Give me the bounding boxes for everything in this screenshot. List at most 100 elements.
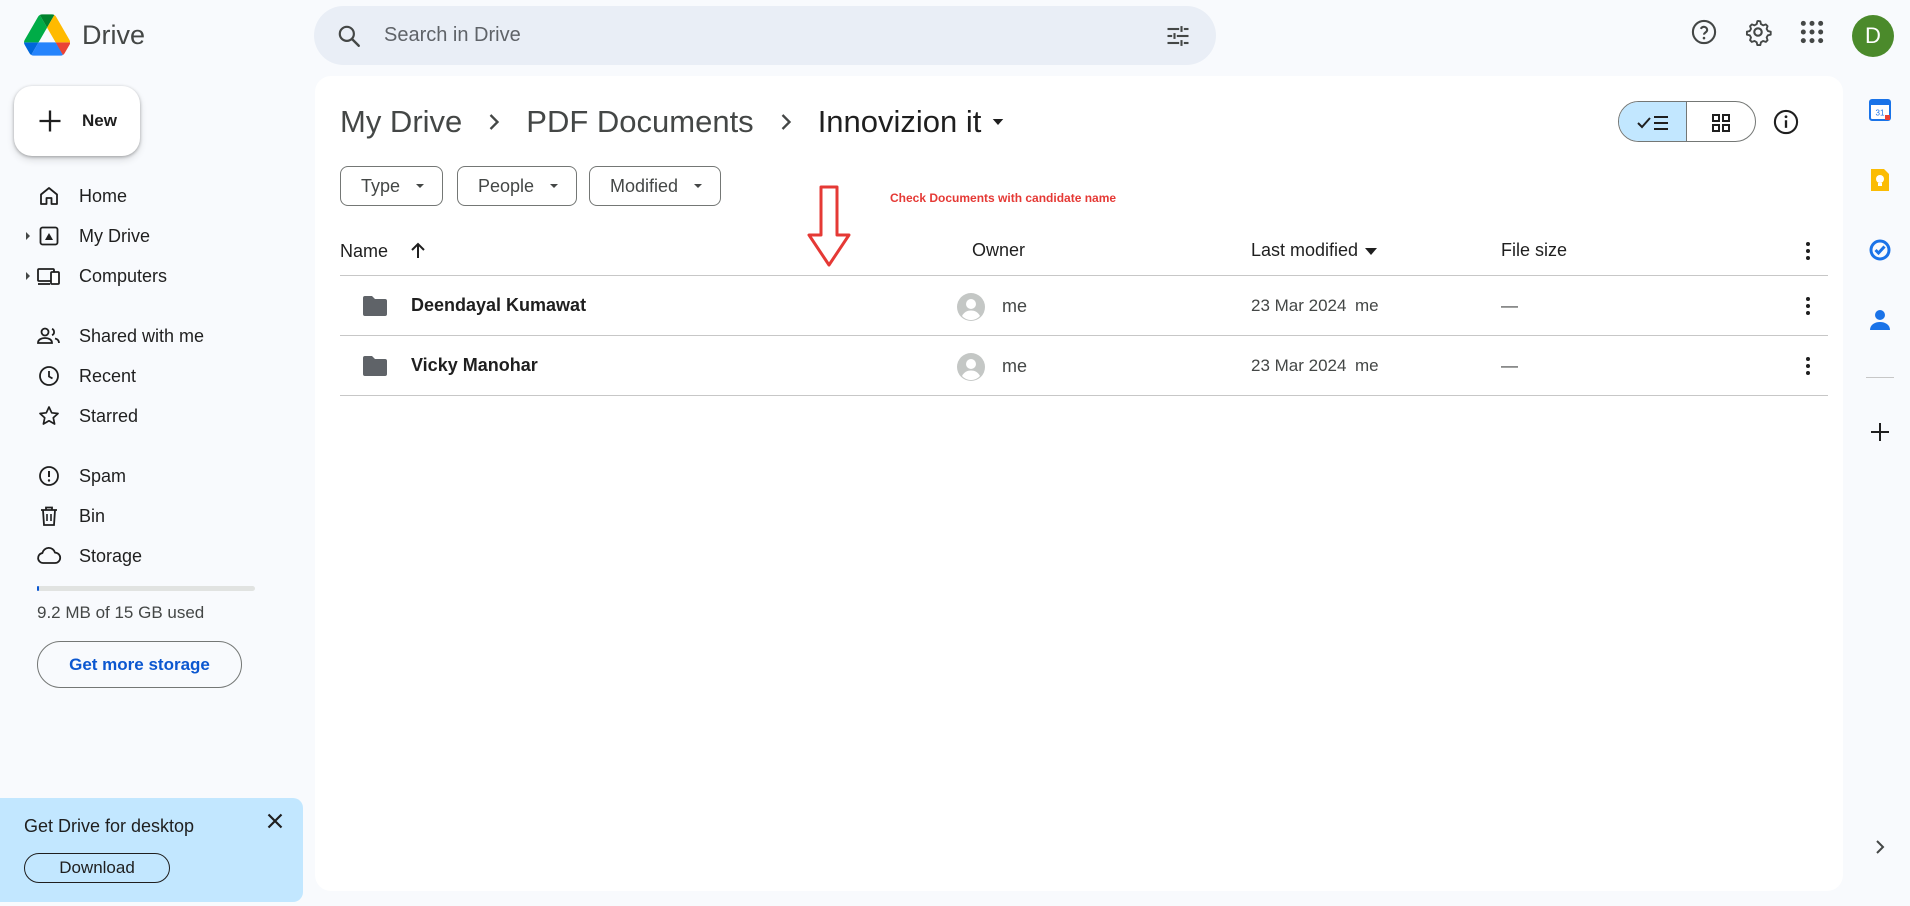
chevron-right-icon bbox=[489, 114, 500, 130]
file-name[interactable]: Deendayal Kumawat bbox=[411, 295, 586, 316]
spam-icon bbox=[36, 463, 62, 489]
expand-caret-icon[interactable] bbox=[24, 272, 32, 280]
column-name-header[interactable]: Name bbox=[340, 240, 430, 262]
breadcrumb-my-drive[interactable]: My Drive bbox=[340, 104, 462, 140]
sidebar-item-label: Storage bbox=[79, 545, 143, 566]
sidebar-item-label: My Drive bbox=[79, 225, 150, 246]
info-icon[interactable] bbox=[1772, 108, 1800, 136]
more-options-icon[interactable] bbox=[1796, 239, 1820, 263]
breadcrumb: My Drive PDF Documents Innovizion it bbox=[340, 102, 1007, 142]
file-modified-date: 23 Mar 2024 bbox=[1251, 296, 1347, 315]
file-modified-date: 23 Mar 2024 bbox=[1251, 356, 1347, 375]
table-row[interactable]: Deendayal Kumawat me 23 Mar 2024 me — bbox=[340, 276, 1828, 336]
sort-ascending-arrow-icon[interactable] bbox=[394, 240, 430, 262]
help-icon[interactable] bbox=[1688, 16, 1720, 48]
table-row[interactable]: Vicky Manohar me 23 Mar 2024 me — bbox=[340, 336, 1828, 396]
more-options-icon[interactable] bbox=[1796, 354, 1820, 378]
annotation-note: Check Documents with candidate name bbox=[890, 191, 1117, 205]
grid-view-button[interactable] bbox=[1687, 102, 1755, 141]
svg-text:31: 31 bbox=[1876, 109, 1885, 118]
drive-for-desktop-promo: Get Drive for desktop Download bbox=[0, 798, 303, 902]
sidebar-item-my-drive[interactable]: My Drive bbox=[0, 219, 300, 253]
list-view-button[interactable] bbox=[1619, 102, 1687, 141]
sidebar-item-starred[interactable]: Starred bbox=[0, 399, 300, 433]
settings-gear-icon[interactable] bbox=[1742, 16, 1774, 48]
cloud-icon bbox=[36, 543, 62, 569]
drive-logo-icon bbox=[24, 14, 70, 56]
expand-side-panel-chevron-icon[interactable] bbox=[1866, 833, 1894, 861]
trash-icon bbox=[36, 503, 62, 529]
folder-icon bbox=[363, 356, 387, 376]
side-panel-divider bbox=[1866, 377, 1894, 378]
view-toggle bbox=[1618, 101, 1756, 142]
sidebar-item-label: Starred bbox=[79, 405, 139, 426]
account-avatar[interactable]: D bbox=[1852, 15, 1894, 57]
sidebar-item-label: Home bbox=[79, 185, 128, 206]
computers-icon bbox=[36, 263, 62, 289]
file-owner: me bbox=[1002, 296, 1028, 316]
star-icon bbox=[36, 403, 62, 429]
sort-descending-caret-icon[interactable] bbox=[1364, 246, 1378, 256]
close-icon[interactable] bbox=[262, 808, 288, 834]
app-name: Drive bbox=[82, 19, 146, 50]
main-content: My Drive PDF Documents Innovizion it Typ… bbox=[315, 76, 1843, 891]
sidebar-item-storage[interactable]: Storage bbox=[0, 539, 300, 573]
search-options-icon[interactable] bbox=[1164, 22, 1192, 50]
new-button[interactable]: New bbox=[14, 86, 140, 156]
sidebar-item-label: Computers bbox=[79, 265, 168, 286]
check-list-icon bbox=[1636, 115, 1668, 130]
home-icon bbox=[36, 183, 62, 209]
dropdown-caret-icon bbox=[694, 184, 703, 188]
new-button-label: New bbox=[82, 111, 117, 130]
search-input[interactable]: Search in Drive bbox=[384, 24, 521, 47]
download-button[interactable]: Download bbox=[24, 853, 170, 883]
drive-logo[interactable]: Drive bbox=[24, 14, 145, 56]
promo-title: Get Drive for desktop bbox=[24, 816, 195, 836]
filter-modified-chip[interactable]: Modified bbox=[589, 166, 722, 206]
column-file-size-header[interactable]: File size bbox=[1501, 240, 1567, 261]
file-size: — bbox=[1501, 356, 1518, 375]
file-size: — bbox=[1501, 296, 1518, 315]
keep-app-icon[interactable] bbox=[1866, 166, 1894, 194]
storage-usage-text: 9.2 MB of 15 GB used bbox=[37, 603, 205, 622]
dropdown-caret-icon bbox=[550, 184, 559, 188]
search-bar[interactable]: Search in Drive bbox=[314, 6, 1216, 65]
top-bar: Drive Search in Drive D bbox=[0, 0, 1910, 72]
column-last-modified-label: Last modified bbox=[1251, 240, 1359, 260]
owner-avatar-icon bbox=[957, 353, 985, 381]
chevron-right-icon bbox=[781, 114, 791, 130]
sidebar-item-bin[interactable]: Bin bbox=[0, 499, 300, 533]
breadcrumb-pdf-documents[interactable]: PDF Documents bbox=[526, 104, 753, 140]
filter-type-chip[interactable]: Type bbox=[340, 166, 444, 206]
column-file-size-label: File size bbox=[1501, 240, 1568, 260]
get-more-storage-button[interactable]: Get more storage bbox=[37, 641, 242, 688]
more-options-icon[interactable] bbox=[1796, 294, 1820, 318]
expand-caret-icon[interactable] bbox=[24, 232, 32, 240]
grid-icon bbox=[1712, 113, 1730, 132]
filter-modified-label: Modified bbox=[610, 175, 679, 196]
add-app-plus-icon[interactable] bbox=[1866, 418, 1894, 446]
file-table-header: Name Owner Last modified File size bbox=[340, 226, 1828, 276]
apps-grid-icon[interactable] bbox=[1796, 16, 1828, 48]
tasks-app-icon[interactable] bbox=[1866, 236, 1894, 264]
column-name-label: Name bbox=[340, 240, 389, 261]
breadcrumb-current-folder[interactable]: Innovizion it bbox=[818, 104, 982, 140]
filter-people-chip[interactable]: People bbox=[457, 166, 578, 206]
sidebar-item-shared-with-me[interactable]: Shared with me bbox=[0, 319, 300, 353]
folder-icon bbox=[363, 296, 387, 316]
filter-type-label: Type bbox=[361, 175, 401, 196]
file-name[interactable]: Vicky Manohar bbox=[411, 355, 538, 376]
plus-icon bbox=[39, 110, 61, 132]
sidebar-item-home[interactable]: Home bbox=[0, 179, 300, 213]
calendar-app-icon[interactable]: 31 bbox=[1866, 96, 1894, 124]
column-owner-header[interactable]: Owner bbox=[972, 240, 1025, 261]
column-last-modified-header[interactable]: Last modified bbox=[1251, 240, 1378, 261]
contacts-app-icon[interactable] bbox=[1866, 306, 1894, 334]
sidebar-item-recent[interactable]: Recent bbox=[0, 359, 300, 393]
sidebar-item-spam[interactable]: Spam bbox=[0, 459, 300, 493]
column-owner-label: Owner bbox=[972, 240, 1026, 260]
search-icon[interactable] bbox=[336, 23, 362, 49]
dropdown-caret-icon[interactable] bbox=[989, 113, 1007, 131]
dropdown-caret-icon bbox=[416, 184, 425, 188]
sidebar-item-computers[interactable]: Computers bbox=[0, 259, 300, 293]
